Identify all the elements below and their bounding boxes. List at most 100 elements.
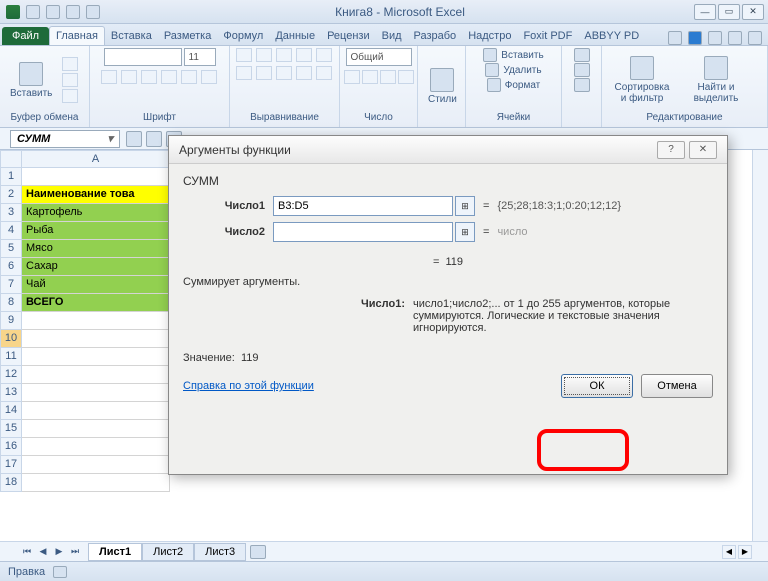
cell[interactable]: Сахар: [22, 258, 170, 276]
file-tab[interactable]: Файл: [2, 27, 49, 45]
tab-review[interactable]: Рецензи: [321, 27, 376, 45]
arg2-input[interactable]: [273, 222, 453, 242]
font-size-combo[interactable]: 11: [184, 48, 216, 66]
fill-icon[interactable]: [574, 63, 590, 77]
dialog-help-button[interactable]: ?: [657, 141, 685, 159]
tab-foxit[interactable]: Foxit PDF: [517, 27, 578, 45]
paste-button[interactable]: Вставить: [4, 58, 58, 103]
row-header[interactable]: 18: [0, 474, 22, 492]
row-header[interactable]: 14: [0, 402, 22, 420]
font-name-combo[interactable]: [104, 48, 182, 66]
redo-icon[interactable]: [66, 5, 80, 19]
row-header[interactable]: 16: [0, 438, 22, 456]
tab-insert[interactable]: Вставка: [105, 27, 158, 45]
doc-restore-icon[interactable]: [728, 31, 742, 45]
arg2-refedit-icon[interactable]: ⊞: [455, 222, 475, 242]
tab-home[interactable]: Главная: [49, 26, 105, 45]
dialog-close-button[interactable]: ✕: [689, 141, 717, 159]
underline-icon[interactable]: [141, 70, 157, 84]
col-header-a[interactable]: A: [22, 150, 170, 168]
number-format-combo[interactable]: Общий: [346, 48, 412, 66]
align-bot-icon[interactable]: [276, 48, 292, 62]
border-icon[interactable]: [161, 70, 177, 84]
wrap-icon[interactable]: [316, 48, 332, 62]
cell[interactable]: [22, 330, 170, 348]
sheet-tab-3[interactable]: Лист3: [194, 543, 246, 561]
align-mid-icon[interactable]: [256, 48, 272, 62]
merge-icon[interactable]: [316, 66, 332, 80]
row-header[interactable]: 9: [0, 312, 22, 330]
doc-close-icon[interactable]: [748, 31, 762, 45]
select-all-corner[interactable]: [0, 150, 22, 168]
row-header[interactable]: 5: [0, 240, 22, 258]
cell[interactable]: ВСЕГО: [22, 294, 170, 312]
italic-icon[interactable]: [121, 70, 137, 84]
decimal-icon[interactable]: [398, 70, 414, 84]
row-header[interactable]: 10: [0, 330, 22, 348]
cell[interactable]: [22, 438, 170, 456]
cell[interactable]: Рыба: [22, 222, 170, 240]
new-sheet-icon[interactable]: [250, 545, 266, 559]
row-header[interactable]: 6: [0, 258, 22, 276]
arg1-refedit-icon[interactable]: ⊞: [455, 196, 475, 216]
vertical-scrollbar[interactable]: [752, 150, 768, 561]
row-header[interactable]: 2: [0, 186, 22, 204]
cell[interactable]: Чай: [22, 276, 170, 294]
fill-color-icon[interactable]: [181, 70, 197, 84]
percent-icon[interactable]: [362, 70, 378, 84]
sheet-nav-next-icon[interactable]: ▶: [52, 545, 66, 559]
cell[interactable]: Мясо: [22, 240, 170, 258]
align-left-icon[interactable]: [236, 66, 252, 80]
undo-icon[interactable]: [46, 5, 60, 19]
cell[interactable]: Наименование това: [22, 186, 170, 204]
maximize-button[interactable]: ▭: [718, 4, 740, 20]
delete-cells-button[interactable]: Удалить: [503, 65, 541, 76]
sheet-nav-last-icon[interactable]: ⏭: [68, 545, 82, 559]
cell[interactable]: [22, 420, 170, 438]
format-cells-button[interactable]: Формат: [505, 80, 541, 91]
indent-dec-icon[interactable]: [296, 66, 312, 80]
copy-icon[interactable]: [62, 73, 78, 87]
row-header[interactable]: 11: [0, 348, 22, 366]
align-center-icon[interactable]: [256, 66, 272, 80]
macro-record-icon[interactable]: [53, 566, 67, 578]
find-select-button[interactable]: Найти и выделить: [682, 52, 750, 108]
arg1-input[interactable]: [273, 196, 453, 216]
qat-more-icon[interactable]: [86, 5, 100, 19]
align-top-icon[interactable]: [236, 48, 252, 62]
currency-icon[interactable]: [344, 70, 360, 84]
sheet-nav-prev-icon[interactable]: ◀: [36, 545, 50, 559]
row-header[interactable]: 4: [0, 222, 22, 240]
row-header[interactable]: 12: [0, 366, 22, 384]
cancel-formula-icon[interactable]: [126, 131, 142, 147]
tab-layout[interactable]: Разметка: [158, 27, 218, 45]
autosum-icon[interactable]: [574, 48, 590, 62]
row-header[interactable]: 1: [0, 168, 22, 186]
styles-button[interactable]: Стили: [422, 64, 463, 109]
sheet-nav-first-icon[interactable]: ⏮: [20, 545, 34, 559]
cell[interactable]: [22, 312, 170, 330]
sheet-tab-2[interactable]: Лист2: [142, 543, 194, 561]
cancel-button[interactable]: Отмена: [641, 374, 713, 398]
orient-icon[interactable]: [296, 48, 312, 62]
ok-button[interactable]: ОК: [561, 374, 633, 398]
sheet-tab-1[interactable]: Лист1: [88, 543, 142, 561]
function-help-link[interactable]: Справка по этой функции: [183, 380, 314, 392]
sort-filter-button[interactable]: Сортировка и фильтр: [606, 52, 678, 108]
cell[interactable]: [22, 402, 170, 420]
tab-addins[interactable]: Надстро: [462, 27, 517, 45]
cell[interactable]: [22, 384, 170, 402]
cell[interactable]: [22, 366, 170, 384]
ribbon-minimize-icon[interactable]: [668, 31, 682, 45]
tab-developer[interactable]: Разрабо: [408, 27, 463, 45]
cell[interactable]: Картофель: [22, 204, 170, 222]
save-icon[interactable]: [26, 5, 40, 19]
cell[interactable]: [22, 348, 170, 366]
tab-data[interactable]: Данные: [269, 27, 321, 45]
align-right-icon[interactable]: [276, 66, 292, 80]
row-header[interactable]: 13: [0, 384, 22, 402]
minimize-button[interactable]: —: [694, 4, 716, 20]
row-header[interactable]: 8: [0, 294, 22, 312]
comma-icon[interactable]: [380, 70, 396, 84]
cell[interactable]: [22, 474, 170, 492]
